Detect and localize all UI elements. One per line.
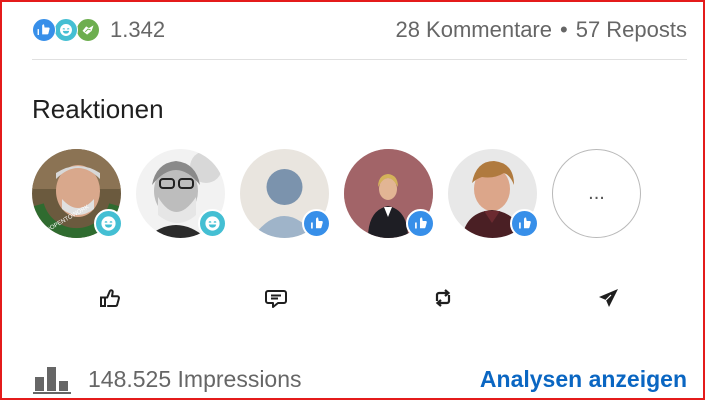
view-analytics-link[interactable]: Analysen anzeigen xyxy=(480,366,687,393)
more-label: ... xyxy=(588,182,605,204)
reposts-count-link[interactable]: 57 Reposts xyxy=(576,17,687,43)
impressions-count: 148.525 Impressions xyxy=(88,365,302,392)
reactor-avatar[interactable]: #OPENTOWORK xyxy=(32,149,123,238)
more-reactors-button[interactable]: ... xyxy=(552,149,641,238)
reactor-avatar[interactable] xyxy=(344,149,435,238)
comments-reposts: 28 Kommentare • 57 Reposts xyxy=(395,17,687,43)
reactor-avatars: #OPENTOWORK ... xyxy=(32,149,641,238)
separator-dot: • xyxy=(560,17,568,42)
repost-button[interactable] xyxy=(365,276,520,320)
like-button[interactable] xyxy=(32,276,187,320)
reactions-heading: Reaktionen xyxy=(32,94,164,124)
comment-icon xyxy=(265,290,288,308)
social-counts-bar: 1.342 28 Kommentare • 57 Reposts xyxy=(32,12,687,48)
reaction-count: 1.342 xyxy=(110,17,166,42)
send-button[interactable] xyxy=(532,276,687,320)
repost-icon xyxy=(435,289,451,307)
action-bar xyxy=(32,276,687,320)
reaction-icons-stack xyxy=(32,16,104,44)
send-icon xyxy=(599,289,619,307)
like-icon xyxy=(99,289,120,307)
like-icon xyxy=(302,209,331,238)
impressions: 148.525 Impressions xyxy=(32,363,302,395)
comment-button[interactable] xyxy=(199,276,354,320)
comments-count-link[interactable]: 28 Kommentare xyxy=(395,17,552,43)
like-icon xyxy=(32,18,56,42)
reactions-summary[interactable]: 1.342 xyxy=(32,16,165,44)
support-icon xyxy=(76,18,100,42)
reactor-avatar[interactable] xyxy=(240,149,331,238)
funny-icon xyxy=(54,18,78,42)
bar-chart-icon xyxy=(33,367,71,394)
like-icon xyxy=(510,209,539,238)
analytics-footer: 148.525 Impressions Analysen anzeigen xyxy=(32,362,687,396)
reactor-avatar[interactable] xyxy=(136,149,227,238)
like-icon xyxy=(406,209,435,238)
reactor-avatar[interactable] xyxy=(448,149,539,238)
funny-icon xyxy=(94,209,123,238)
divider xyxy=(32,59,687,60)
funny-icon xyxy=(198,209,227,238)
